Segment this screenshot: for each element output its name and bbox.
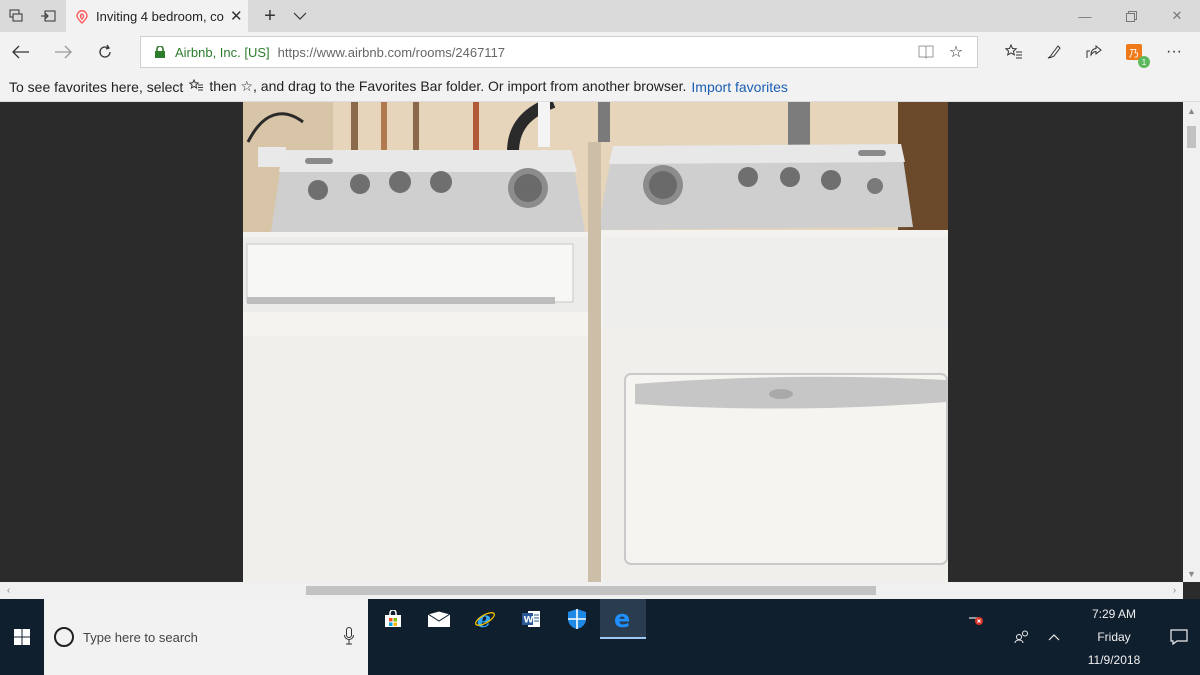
word-icon[interactable]: W: [508, 599, 554, 639]
refresh-icon[interactable]: [84, 32, 126, 72]
favorites-hub-icon: [188, 78, 204, 95]
pinned-apps: e W e: [370, 599, 646, 675]
extension-badge: 1: [1138, 56, 1150, 68]
clock-date: 11/9/2018: [1087, 652, 1141, 667]
taskbar-search-box[interactable]: Type here to search: [44, 599, 368, 675]
edge-icon[interactable]: e: [600, 599, 646, 639]
navigation-bar: Airbnb, Inc. [US] https://www.airbnb.com…: [0, 32, 1200, 72]
pen-icon[interactable]: [1034, 32, 1074, 72]
clock-day: Friday: [1097, 629, 1131, 644]
system-tray: 7:29 AM Friday 11/9/2018: [960, 599, 1200, 675]
internet-explorer-icon[interactable]: e: [462, 599, 508, 639]
tab-preview-icon[interactable]: [0, 0, 32, 32]
airbnb-icon: [74, 8, 90, 24]
network-disconnected-icon[interactable]: [960, 599, 992, 639]
listing-photo[interactable]: [243, 102, 948, 582]
lock-icon[interactable]: [149, 46, 171, 58]
back-icon[interactable]: [0, 32, 42, 72]
people-icon[interactable]: [1006, 617, 1038, 657]
restore-icon[interactable]: [1108, 0, 1154, 32]
horizontal-scroll-thumb[interactable]: [306, 586, 876, 595]
vertical-scroll-thumb[interactable]: [1187, 126, 1196, 148]
clock-time: 7:29 AM: [1091, 606, 1137, 621]
forward-icon[interactable]: [42, 32, 84, 72]
action-center-icon[interactable]: [1158, 599, 1200, 675]
window-controls: — ✕: [1062, 0, 1200, 32]
more-options-icon[interactable]: ···: [1154, 32, 1194, 72]
mail-icon[interactable]: [416, 599, 462, 639]
site-identity[interactable]: Airbnb, Inc. [US]: [175, 45, 270, 60]
search-placeholder[interactable]: Type here to search: [83, 630, 198, 645]
scroll-down-icon[interactable]: ▼: [1183, 565, 1200, 582]
system-clock[interactable]: 7:29 AM Friday 11/9/2018: [1070, 599, 1158, 675]
close-icon[interactable]: ✕: [1154, 0, 1200, 32]
taskbar: Type here to search e W e 7:29 AM Friday…: [0, 599, 1200, 675]
vertical-scrollbar[interactable]: ▲ ▼: [1183, 102, 1200, 582]
page-content: [0, 102, 1183, 582]
svg-text:W: W: [524, 616, 534, 626]
close-tab-icon[interactable]: ✕: [230, 7, 243, 25]
minimize-icon[interactable]: —: [1062, 0, 1108, 32]
tab-title: Inviting 4 bedroom, cor: [96, 8, 224, 24]
cortana-icon[interactable]: [54, 627, 74, 647]
start-button[interactable]: [0, 599, 44, 675]
scroll-up-icon[interactable]: ▲: [1183, 102, 1200, 119]
scroll-left-icon[interactable]: ‹: [0, 582, 17, 599]
extension-icon[interactable]: 乃 1: [1114, 32, 1154, 72]
windows-icon: [14, 629, 30, 645]
import-favorites-link[interactable]: Import favorites: [691, 79, 787, 95]
reading-view-icon[interactable]: [911, 37, 941, 67]
share-icon[interactable]: [1074, 32, 1114, 72]
microphone-icon[interactable]: [344, 627, 354, 645]
store-icon[interactable]: [370, 599, 416, 639]
defender-icon[interactable]: [554, 599, 600, 639]
address-bar[interactable]: Airbnb, Inc. [US] https://www.airbnb.com…: [140, 36, 978, 68]
chevron-up-icon[interactable]: [1038, 617, 1070, 657]
favorites-hint-text: To see favorites here, select: [9, 78, 184, 95]
toolbar: 乃 1 ···: [994, 32, 1194, 72]
tab-active[interactable]: Inviting 4 bedroom, cor ✕: [66, 0, 248, 32]
chevron-down-icon[interactable]: [286, 0, 314, 32]
url-text[interactable]: https://www.airbnb.com/rooms/2467117: [278, 45, 505, 60]
set-aside-tabs-icon[interactable]: [32, 0, 64, 32]
scroll-right-icon[interactable]: ›: [1166, 582, 1183, 599]
favorites-bar: To see favorites here, select then ☆, an…: [0, 72, 1200, 102]
title-bar: Inviting 4 bedroom, cor ✕ + — ✕: [0, 0, 1200, 32]
favorites-hint-text-2: then ☆, and drag to the Favorites Bar fo…: [209, 78, 687, 94]
favorites-hub-icon[interactable]: [994, 32, 1034, 72]
new-tab-button[interactable]: +: [254, 0, 286, 32]
favorite-star-icon[interactable]: ☆: [941, 37, 971, 67]
svg-text:e: e: [614, 608, 630, 630]
horizontal-scrollbar[interactable]: ‹ ›: [0, 582, 1183, 599]
